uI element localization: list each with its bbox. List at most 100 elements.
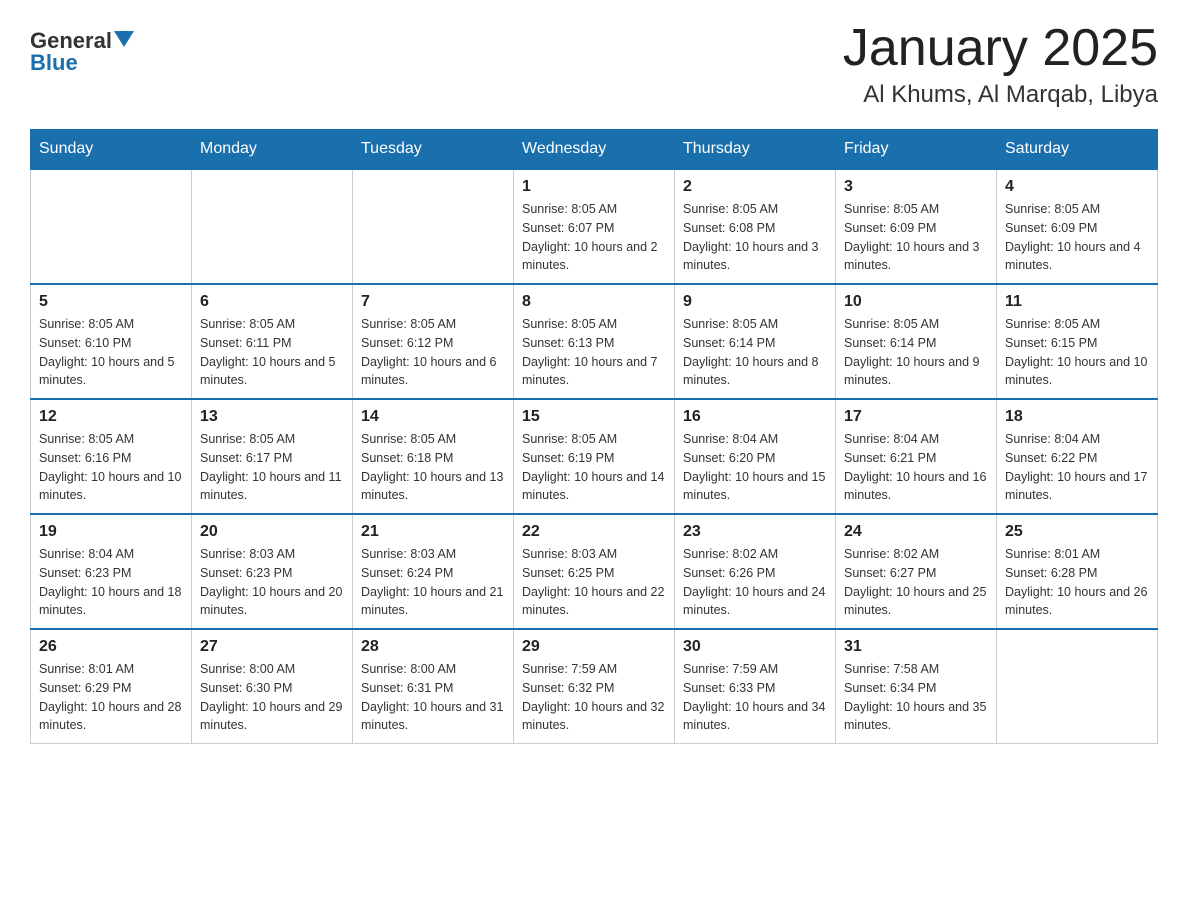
sun-info: Sunrise: 8:04 AMSunset: 6:23 PMDaylight:… <box>39 545 183 620</box>
calendar-cell: 6Sunrise: 8:05 AMSunset: 6:11 PMDaylight… <box>192 284 353 399</box>
calendar-cell: 11Sunrise: 8:05 AMSunset: 6:15 PMDayligh… <box>997 284 1158 399</box>
day-number: 2 <box>683 178 827 196</box>
calendar-cell: 25 Sunrise: 8:01 AMSunset: 6:28 PMDayligh… <box>997 514 1158 629</box>
calendar-cell <box>353 169 514 284</box>
location-title: Al Khums, Al Marqab, Libya <box>843 81 1158 109</box>
sun-info: Sunrise: 8:01 AMSunset: 6:28 PMDaylight:… <box>1005 545 1149 620</box>
day-number: 9 <box>683 293 827 311</box>
calendar-cell <box>192 169 353 284</box>
calendar-cell: 28 Sunrise: 8:00 AMSunset: 6:31 PMDayligh… <box>353 629 514 744</box>
day-number: 16 <box>683 408 827 426</box>
calendar-cell: 1Sunrise: 8:05 AMSunset: 6:07 PMDaylight… <box>514 169 675 284</box>
calendar-cell: 18 Sunrise: 8:04 AMSunset: 6:22 PMDayligh… <box>997 399 1158 514</box>
calendar-table: SundayMondayTuesdayWednesdayThursdayFrid… <box>30 129 1158 744</box>
sun-info: Sunrise: 8:05 AMSunset: 6:16 PMDaylight:… <box>39 430 183 505</box>
day-number: 20 <box>200 523 344 541</box>
sun-info: Sunrise: 8:02 AMSunset: 6:26 PMDaylight:… <box>683 545 827 620</box>
calendar-cell: 9Sunrise: 8:05 AMSunset: 6:14 PMDaylight… <box>675 284 836 399</box>
calendar-cell: 16 Sunrise: 8:04 AMSunset: 6:20 PMDayligh… <box>675 399 836 514</box>
sun-info: Sunrise: 8:03 AMSunset: 6:24 PMDaylight:… <box>361 545 505 620</box>
sun-info: Sunrise: 8:00 AMSunset: 6:31 PMDaylight:… <box>361 660 505 735</box>
sun-info: Sunrise: 8:05 AMSunset: 6:14 PMDaylight:… <box>844 315 988 390</box>
calendar-cell: 12Sunrise: 8:05 AMSunset: 6:16 PMDayligh… <box>31 399 192 514</box>
day-number: 29 <box>522 638 666 656</box>
logo-triangle-icon <box>114 31 134 47</box>
header-cell-monday: Monday <box>192 130 353 170</box>
calendar-cell: 31Sunrise: 7:58 AMSunset: 6:34 PMDayligh… <box>836 629 997 744</box>
sun-info: Sunrise: 8:04 AMSunset: 6:22 PMDaylight:… <box>1005 430 1149 505</box>
day-number: 18 <box>1005 408 1149 426</box>
calendar-cell: 21 Sunrise: 8:03 AMSunset: 6:24 PMDayligh… <box>353 514 514 629</box>
calendar-cell: 10Sunrise: 8:05 AMSunset: 6:14 PMDayligh… <box>836 284 997 399</box>
calendar-cell: 2 Sunrise: 8:05 AMSunset: 6:08 PMDaylight… <box>675 169 836 284</box>
calendar-cell: 7 Sunrise: 8:05 AMSunset: 6:12 PMDaylight… <box>353 284 514 399</box>
calendar-cell: 8 Sunrise: 8:05 AMSunset: 6:13 PMDaylight… <box>514 284 675 399</box>
page-header: General Blue January 2025 Al Khums, Al M… <box>30 20 1158 109</box>
day-number: 15 <box>522 408 666 426</box>
header-cell-friday: Friday <box>836 130 997 170</box>
calendar-cell: 22 Sunrise: 8:03 AMSunset: 6:25 PMDayligh… <box>514 514 675 629</box>
day-number: 26 <box>39 638 183 656</box>
logo-general: General <box>30 30 112 52</box>
calendar-cell: 14 Sunrise: 8:05 AMSunset: 6:18 PMDayligh… <box>353 399 514 514</box>
day-number: 13 <box>200 408 344 426</box>
day-number: 3 <box>844 178 988 196</box>
sun-info: Sunrise: 8:05 AMSunset: 6:13 PMDaylight:… <box>522 315 666 390</box>
sun-info: Sunrise: 8:05 AMSunset: 6:19 PMDaylight:… <box>522 430 666 505</box>
sun-info: Sunrise: 8:02 AMSunset: 6:27 PMDaylight:… <box>844 545 988 620</box>
calendar-cell: 20 Sunrise: 8:03 AMSunset: 6:23 PMDayligh… <box>192 514 353 629</box>
sun-info: Sunrise: 8:04 AMSunset: 6:21 PMDaylight:… <box>844 430 988 505</box>
day-number: 22 <box>522 523 666 541</box>
sun-info: Sunrise: 8:05 AMSunset: 6:12 PMDaylight:… <box>361 315 505 390</box>
day-number: 27 <box>200 638 344 656</box>
day-number: 5 <box>39 293 183 311</box>
calendar-header: SundayMondayTuesdayWednesdayThursdayFrid… <box>31 130 1158 170</box>
sun-info: Sunrise: 8:05 AMSunset: 6:18 PMDaylight:… <box>361 430 505 505</box>
day-number: 31 <box>844 638 988 656</box>
header-row: SundayMondayTuesdayWednesdayThursdayFrid… <box>31 130 1158 170</box>
calendar-cell: 29 Sunrise: 7:59 AMSunset: 6:32 PMDayligh… <box>514 629 675 744</box>
day-number: 8 <box>522 293 666 311</box>
header-cell-sunday: Sunday <box>31 130 192 170</box>
sun-info: Sunrise: 8:03 AMSunset: 6:25 PMDaylight:… <box>522 545 666 620</box>
header-cell-thursday: Thursday <box>675 130 836 170</box>
sun-info: Sunrise: 8:01 AMSunset: 6:29 PMDaylight:… <box>39 660 183 735</box>
week-row-4: 19Sunrise: 8:04 AMSunset: 6:23 PMDayligh… <box>31 514 1158 629</box>
sun-info: Sunrise: 8:05 AMSunset: 6:09 PMDaylight:… <box>1005 200 1149 275</box>
sun-info: Sunrise: 8:05 AMSunset: 6:15 PMDaylight:… <box>1005 315 1149 390</box>
calendar-cell: 24Sunrise: 8:02 AMSunset: 6:27 PMDayligh… <box>836 514 997 629</box>
sun-info: Sunrise: 7:59 AMSunset: 6:33 PMDaylight:… <box>683 660 827 735</box>
day-number: 21 <box>361 523 505 541</box>
day-number: 17 <box>844 408 988 426</box>
logo: General Blue <box>30 30 134 74</box>
calendar-cell: 13Sunrise: 8:05 AMSunset: 6:17 PMDayligh… <box>192 399 353 514</box>
title-block: January 2025 Al Khums, Al Marqab, Libya <box>843 20 1158 109</box>
week-row-2: 5 Sunrise: 8:05 AMSunset: 6:10 PMDaylight… <box>31 284 1158 399</box>
day-number: 7 <box>361 293 505 311</box>
calendar-cell: 30 Sunrise: 7:59 AMSunset: 6:33 PMDayligh… <box>675 629 836 744</box>
sun-info: Sunrise: 8:00 AMSunset: 6:30 PMDaylight:… <box>200 660 344 735</box>
calendar-cell: 17 Sunrise: 8:04 AMSunset: 6:21 PMDayligh… <box>836 399 997 514</box>
sun-info: Sunrise: 8:03 AMSunset: 6:23 PMDaylight:… <box>200 545 344 620</box>
calendar-cell: 26 Sunrise: 8:01 AMSunset: 6:29 PMDayligh… <box>31 629 192 744</box>
sun-info: Sunrise: 7:59 AMSunset: 6:32 PMDaylight:… <box>522 660 666 735</box>
sun-info: Sunrise: 8:04 AMSunset: 6:20 PMDaylight:… <box>683 430 827 505</box>
day-number: 28 <box>361 638 505 656</box>
sun-info: Sunrise: 8:05 AMSunset: 6:07 PMDaylight:… <box>522 200 666 275</box>
calendar-cell: 4Sunrise: 8:05 AMSunset: 6:09 PMDaylight… <box>997 169 1158 284</box>
week-row-3: 12Sunrise: 8:05 AMSunset: 6:16 PMDayligh… <box>31 399 1158 514</box>
day-number: 25 <box>1005 523 1149 541</box>
day-number: 14 <box>361 408 505 426</box>
header-cell-wednesday: Wednesday <box>514 130 675 170</box>
calendar-cell <box>31 169 192 284</box>
sun-info: Sunrise: 8:05 AMSunset: 6:08 PMDaylight:… <box>683 200 827 275</box>
day-number: 30 <box>683 638 827 656</box>
calendar-cell: 5 Sunrise: 8:05 AMSunset: 6:10 PMDaylight… <box>31 284 192 399</box>
calendar-body: 1Sunrise: 8:05 AMSunset: 6:07 PMDaylight… <box>31 169 1158 744</box>
week-row-1: 1Sunrise: 8:05 AMSunset: 6:07 PMDaylight… <box>31 169 1158 284</box>
sun-info: Sunrise: 8:05 AMSunset: 6:09 PMDaylight:… <box>844 200 988 275</box>
calendar-cell: 15 Sunrise: 8:05 AMSunset: 6:19 PMDayligh… <box>514 399 675 514</box>
header-cell-saturday: Saturday <box>997 130 1158 170</box>
calendar-cell: 19Sunrise: 8:04 AMSunset: 6:23 PMDayligh… <box>31 514 192 629</box>
sun-info: Sunrise: 8:05 AMSunset: 6:10 PMDaylight:… <box>39 315 183 390</box>
